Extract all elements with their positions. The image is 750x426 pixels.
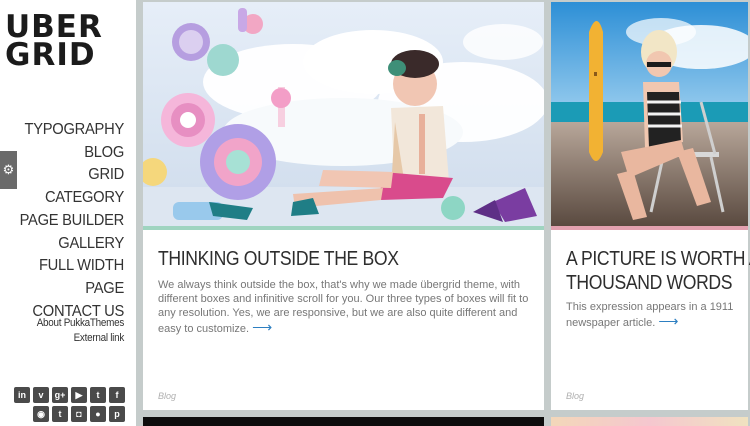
post-excerpt-text: We always think outside the box, that's … [158,279,529,335]
secondary-links: About PukkaThemes External link [27,316,125,346]
menu-item-gallery[interactable]: GALLERY [10,233,124,256]
post-category[interactable]: Blog [566,391,584,401]
facebook-icon[interactable]: f [109,387,125,403]
post-image-beach-photo[interactable] [551,2,748,226]
logo-line-2: GRID [5,37,96,73]
menu-item-typography[interactable]: TYPOGRAPHY [10,119,125,142]
tumblr-icon[interactable]: t [52,406,68,422]
read-more-arrow-icon[interactable]: ⟶ [252,319,272,335]
googleplus-icon[interactable]: g+ [52,387,68,403]
rss-icon[interactable]: ◉ [33,406,49,422]
linkedin-icon[interactable]: in [14,387,30,403]
post-card-next-dark[interactable] [143,417,544,426]
site-logo[interactable]: UBER GRID [5,12,103,73]
instagram-icon[interactable]: ◘ [71,406,87,422]
beach-illustration [551,2,748,226]
post-title-line-1: A PICTURE IS WORTH A [566,248,750,270]
post-excerpt-text: This expression appears in a 1911 newspa… [566,301,734,329]
youtube-icon[interactable]: ▶ [71,387,87,403]
menu-item-grid-category[interactable]: GRID CATEGORY [10,164,124,209]
menu-item-blog[interactable]: BLOG [10,142,124,165]
social-icons: in v g+ ▶ t f ◉ t ◘ ● p [9,387,125,425]
about-link[interactable]: About PukkaThemes [37,316,125,331]
sidebar: UBER GRID ⚙ TYPOGRAPHY BLOG GRID CATEGOR… [0,0,136,426]
post-title-line-2: THOUSAND WORDS [566,272,733,294]
flickr-icon[interactable]: ● [90,406,106,422]
menu-item-page-builder[interactable]: PAGE BUILDER [10,210,125,233]
post-card-next-floral[interactable] [551,417,748,426]
post-card-thinking-outside[interactable]: THINKING OUTSIDE THE BOX We always think… [143,2,544,410]
post-accent-bar [143,226,544,230]
external-link[interactable]: External link [37,331,125,346]
menu-item-full-width-page[interactable]: FULL WIDTH PAGE [10,255,124,300]
post-category[interactable]: Blog [158,391,176,401]
main-menu: TYPOGRAPHY BLOG GRID CATEGORY PAGE BUILD… [0,119,125,323]
twitter-icon[interactable]: t [90,387,106,403]
pinterest-icon[interactable]: p [109,406,125,422]
post-title[interactable]: A PICTURE IS WORTH A THOUSAND WORDS [566,247,750,295]
post-title[interactable]: THINKING OUTSIDE THE BOX [158,247,399,271]
candy-illustration [143,2,544,226]
post-card-picture-worth[interactable]: A PICTURE IS WORTH A THOUSAND WORDS This… [551,2,750,410]
read-more-arrow-icon[interactable]: ⟶ [658,313,678,329]
post-excerpt: This expression appears in a 1911 newspa… [566,300,738,330]
post-accent-bar [551,226,748,230]
post-excerpt: We always think outside the box, that's … [158,278,530,336]
vimeo-icon[interactable]: v [33,387,49,403]
post-image-candy-scene[interactable] [143,2,544,226]
